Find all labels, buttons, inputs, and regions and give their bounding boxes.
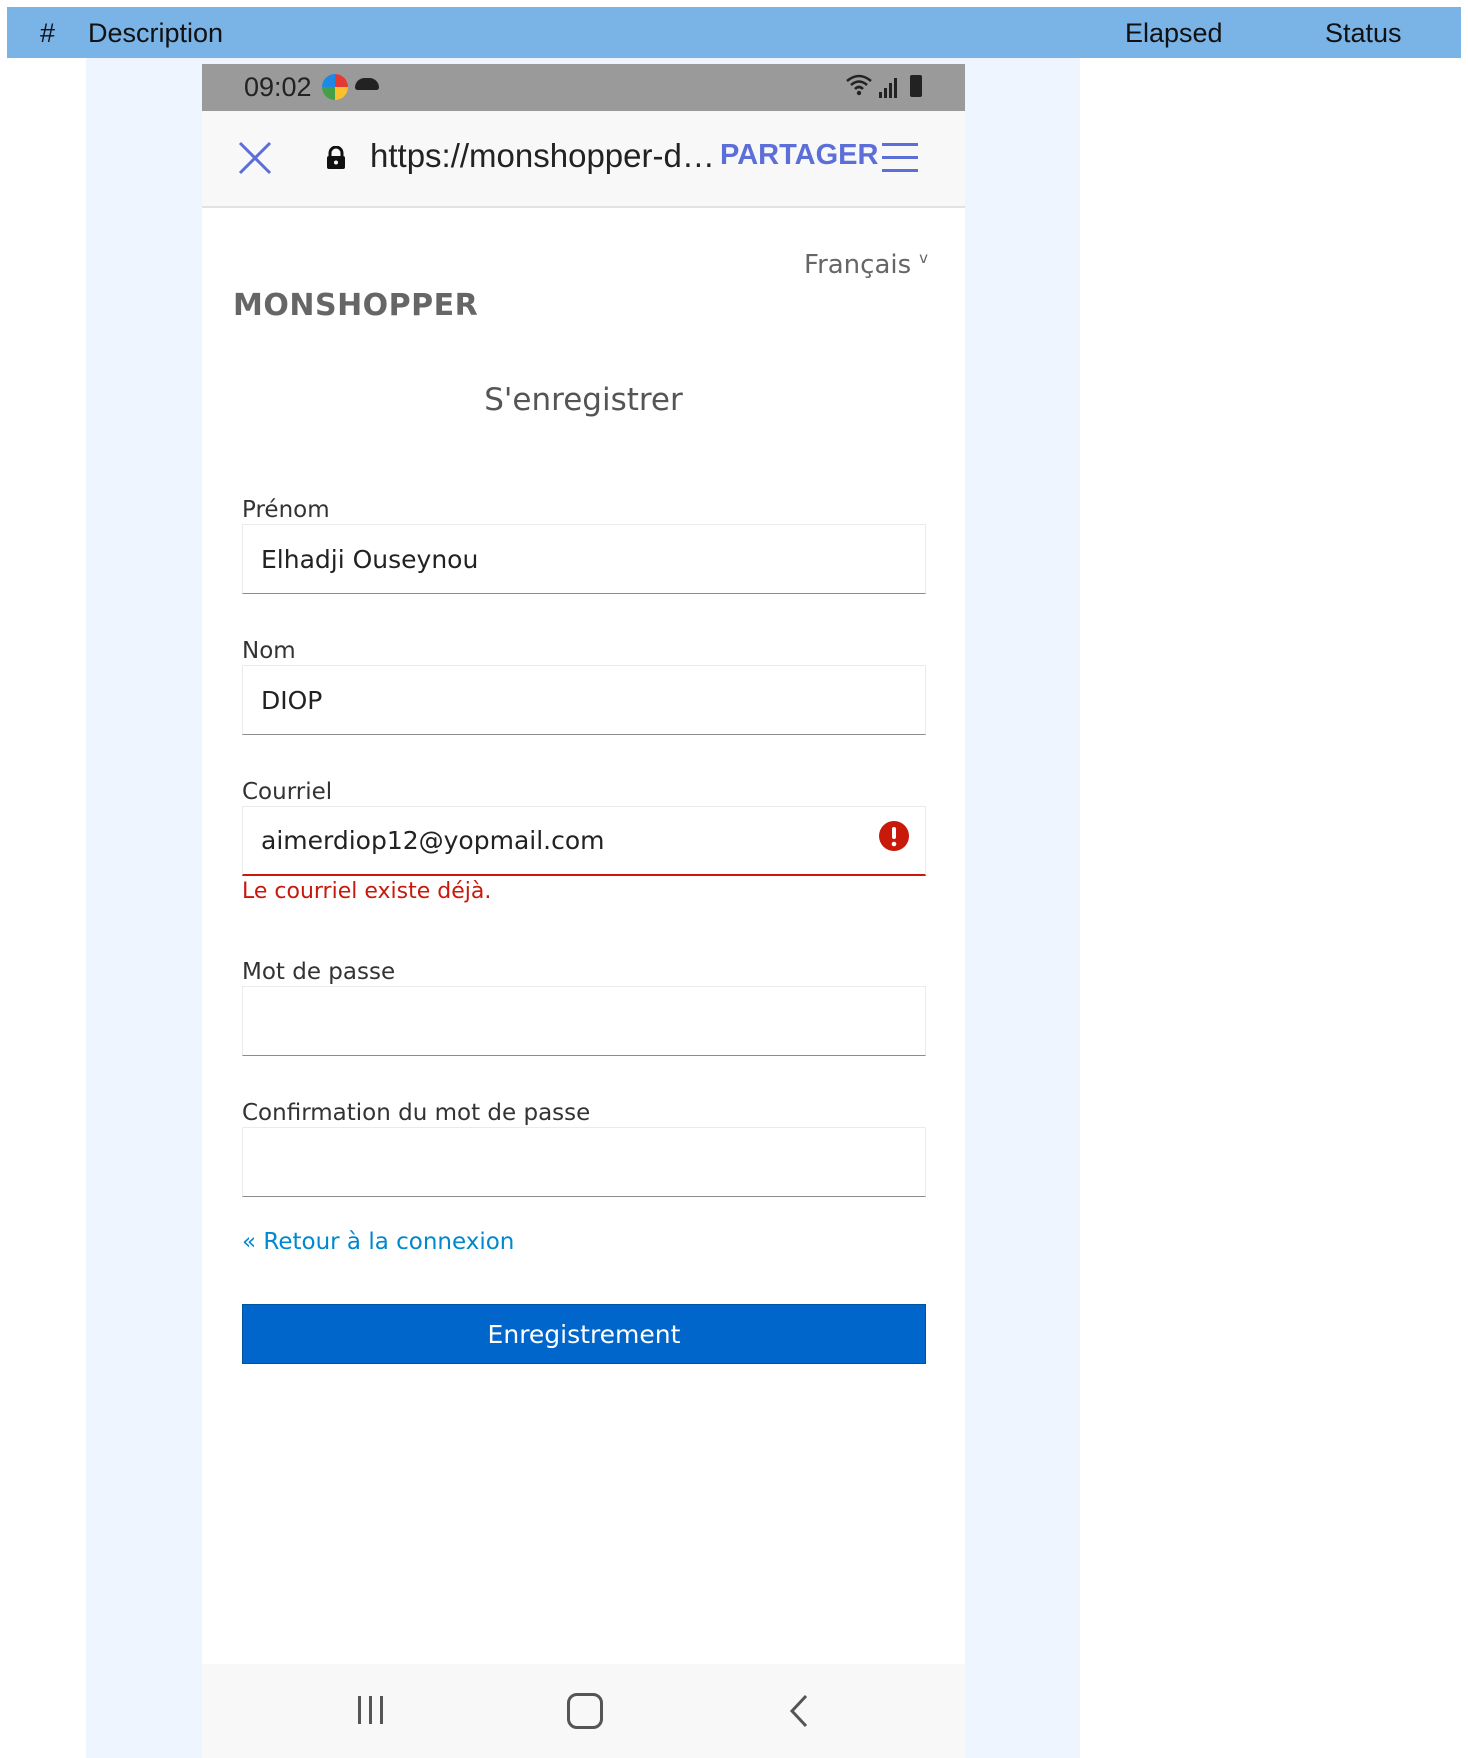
error-exclamation-icon bbox=[878, 820, 910, 852]
password-label: Mot de passe bbox=[242, 959, 396, 985]
wifi-icon bbox=[845, 73, 873, 103]
column-header-elapsed: Elapsed bbox=[1125, 18, 1223, 48]
column-header-status: Status bbox=[1325, 18, 1402, 48]
report-table-header: # Description Elapsed Status bbox=[7, 7, 1461, 58]
lock-icon bbox=[324, 145, 348, 170]
browser-toolbar: https://monshopper-d… PARTAGER bbox=[202, 111, 965, 208]
last-name-input[interactable] bbox=[242, 665, 926, 735]
column-header-number: # bbox=[40, 18, 56, 48]
address-bar-url[interactable]: https://monshopper-d… bbox=[370, 137, 715, 175]
language-selected-value: Français bbox=[804, 250, 912, 280]
back-to-login-link[interactable]: « Retour à la connexion bbox=[242, 1229, 514, 1255]
email-label: Courriel bbox=[242, 779, 333, 805]
android-status-bar: 09:02 bbox=[202, 64, 965, 111]
language-selector[interactable]: Français v bbox=[804, 249, 929, 280]
column-header-description: Description bbox=[88, 18, 224, 48]
brand-logo-text: MONSHOPPER bbox=[233, 288, 479, 323]
home-icon[interactable] bbox=[567, 1693, 603, 1729]
battery-icon bbox=[910, 75, 922, 97]
close-icon[interactable] bbox=[236, 139, 274, 177]
password-confirm-input[interactable] bbox=[242, 1127, 926, 1197]
email-error-message: Le courriel existe déjà. bbox=[242, 879, 492, 904]
email-input[interactable] bbox=[242, 806, 926, 876]
first-name-label: Prénom bbox=[242, 497, 330, 523]
page-title: S'enregistrer bbox=[484, 382, 683, 418]
signal-icon bbox=[879, 76, 901, 98]
browser-app-icon bbox=[322, 74, 348, 100]
first-name-input[interactable] bbox=[242, 524, 926, 594]
share-button[interactable]: PARTAGER bbox=[720, 139, 878, 172]
back-chevron-icon[interactable] bbox=[782, 1692, 818, 1730]
phone-screenshot: 09:02 https://monshopper-d… PARTAGER Fra… bbox=[202, 64, 965, 1758]
hamburger-menu-icon[interactable] bbox=[882, 141, 918, 175]
chevron-down-icon: v bbox=[919, 249, 929, 267]
password-input[interactable] bbox=[242, 986, 926, 1056]
register-button[interactable]: Enregistrement bbox=[242, 1304, 926, 1364]
password-confirm-label: Confirmation du mot de passe bbox=[242, 1100, 591, 1126]
status-time: 09:02 bbox=[244, 72, 312, 102]
recent-apps-icon[interactable] bbox=[356, 1694, 388, 1726]
cloud-icon bbox=[355, 78, 379, 90]
last-name-label: Nom bbox=[242, 638, 296, 664]
android-navigation-bar bbox=[202, 1664, 965, 1758]
